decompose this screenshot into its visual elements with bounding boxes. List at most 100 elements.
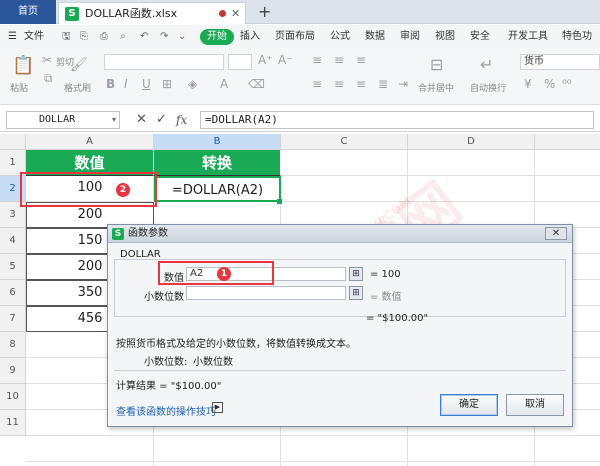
col-header-d[interactable]: D bbox=[408, 134, 535, 150]
more-dropdown-icon[interactable]: ⌄ bbox=[178, 25, 186, 49]
col-header-e[interactable] bbox=[535, 134, 600, 150]
format-painter-icon[interactable]: 🖌 bbox=[70, 57, 88, 73]
calc-result: 计算结果 = "$100.00" bbox=[116, 381, 222, 392]
menu-bar: ☰ 文件 🖫 ⎘ ⎙ ⌕ ↶ ↷ ⌄ 开始 插入 页面布局 公式 数据 审阅 视… bbox=[0, 25, 600, 66]
tab-bar: 首页 S DOLLAR函数.xlsx ✕ + bbox=[0, 0, 600, 24]
param-desc-text: 小数位数 bbox=[193, 357, 233, 368]
align-right-icon[interactable]: ≡ bbox=[356, 77, 366, 91]
row-header[interactable]: 4 bbox=[0, 228, 26, 254]
row-header[interactable]: 6 bbox=[0, 280, 26, 306]
copy-icon[interactable]: ⧉ bbox=[44, 71, 53, 86]
menu-file[interactable]: 文件 bbox=[24, 25, 44, 49]
cell-b1[interactable]: 转换 bbox=[154, 150, 281, 176]
cancel-button[interactable]: 取消 bbox=[506, 394, 564, 416]
justify-icon[interactable]: ≣ bbox=[378, 77, 388, 91]
col-header-c[interactable]: C bbox=[281, 134, 408, 150]
tab-start[interactable]: 开始 bbox=[200, 29, 234, 45]
col-header-a[interactable]: A bbox=[26, 134, 154, 150]
overall-result: = "$100.00" bbox=[366, 313, 429, 324]
undo-icon[interactable]: ↶ bbox=[140, 25, 148, 49]
font-color-icon[interactable]: A bbox=[220, 77, 228, 91]
underline-icon[interactable]: U bbox=[142, 77, 151, 91]
arg1-range-select-icon[interactable]: ⊞ bbox=[349, 267, 363, 281]
row-header[interactable]: 5 bbox=[0, 254, 26, 280]
auto-wrap-icon[interactable]: ↵ bbox=[480, 55, 493, 74]
tab-view[interactable]: 视图 bbox=[435, 25, 455, 49]
print-icon[interactable]: ⎙ bbox=[100, 25, 108, 49]
arg2-label: 小数位数 bbox=[144, 292, 184, 303]
highlight-box-a2 bbox=[20, 172, 157, 207]
row-header[interactable]: 11 bbox=[0, 410, 26, 436]
currency-icon[interactable]: ¥ bbox=[524, 77, 532, 91]
tab-page-layout[interactable]: 页面布局 bbox=[275, 25, 315, 49]
tab-security[interactable]: 安全 bbox=[470, 25, 490, 49]
border-icon[interactable]: ⊞ bbox=[162, 77, 172, 91]
tab-home[interactable]: 首页 bbox=[0, 0, 56, 24]
formula-bar: DOLLAR ▾ ✕ ✓ fx =DOLLAR(A2) bbox=[0, 108, 600, 132]
tab-data[interactable]: 数据 bbox=[365, 25, 385, 49]
arg2-input[interactable] bbox=[186, 286, 346, 300]
function-arguments-dialog: S 函数参数 ✕ DOLLAR 数值 A2 1 ⊞ = 100 小数位数 ⊞ =… bbox=[107, 224, 573, 427]
thousands-icon[interactable]: ⁰⁰ bbox=[562, 77, 572, 91]
align-center-icon[interactable]: ≡ bbox=[334, 77, 344, 91]
dialog-title: 函数参数 bbox=[128, 228, 168, 239]
merge-center-label: 合并居中 bbox=[418, 84, 455, 94]
hamburger-icon[interactable]: ☰ bbox=[8, 25, 17, 49]
help-link[interactable]: 查看该函数的操作技巧 bbox=[116, 403, 216, 418]
select-all-corner[interactable] bbox=[0, 134, 26, 150]
fill-color-icon[interactable]: ◈ bbox=[188, 77, 197, 91]
spreadsheet-icon: S bbox=[65, 7, 79, 21]
font-size-select[interactable] bbox=[228, 54, 252, 70]
dialog-close-button[interactable]: ✕ bbox=[545, 227, 567, 240]
row-header[interactable]: 8 bbox=[0, 332, 26, 358]
align-bottom-icon[interactable]: ≡ bbox=[356, 53, 366, 67]
tab-insert[interactable]: 插入 bbox=[240, 25, 260, 49]
arg2-range-select-icon[interactable]: ⊞ bbox=[349, 286, 363, 300]
indent-icon[interactable]: ⇥ bbox=[398, 77, 408, 91]
name-box[interactable]: DOLLAR bbox=[6, 111, 120, 129]
tab-developer[interactable]: 开发工具 bbox=[508, 25, 548, 49]
tab-review[interactable]: 审阅 bbox=[400, 25, 420, 49]
percent-icon[interactable]: % bbox=[544, 77, 555, 91]
save-icon[interactable]: 🖫 bbox=[62, 25, 71, 49]
tab-document-title: DOLLAR函数.xlsx bbox=[85, 7, 178, 20]
redo-icon[interactable]: ↷ bbox=[160, 25, 168, 49]
ok-button[interactable]: 确定 bbox=[440, 394, 498, 416]
tab-document[interactable]: S DOLLAR函数.xlsx ✕ bbox=[58, 2, 246, 24]
row-header[interactable]: 10 bbox=[0, 384, 26, 410]
dialog-titlebar[interactable]: S 函数参数 ✕ bbox=[108, 225, 572, 243]
grow-font-icon[interactable]: A⁺ bbox=[258, 53, 273, 67]
number-format-select[interactable]: 货币 bbox=[520, 54, 600, 70]
align-middle-icon[interactable]: ≡ bbox=[334, 53, 344, 67]
shrink-font-icon[interactable]: A⁻ bbox=[278, 53, 293, 67]
cell-b2-active[interactable]: =DOLLAR(A2) bbox=[154, 176, 281, 202]
tab-formulas[interactable]: 公式 bbox=[330, 25, 350, 49]
ribbon: 📋 粘贴 ✂ 剪切 ⧉ 🖌 格式刷 A⁺ A⁻ B I U ⊞ ◈ A ⌫ ≡ … bbox=[0, 49, 600, 105]
new-tab-button[interactable]: + bbox=[258, 0, 271, 24]
export-icon[interactable]: ⎘ bbox=[80, 25, 88, 49]
insert-function-icon[interactable]: fx bbox=[176, 111, 187, 129]
row-header[interactable]: 7 bbox=[0, 306, 26, 332]
col-header-b[interactable]: B bbox=[154, 134, 281, 150]
clear-icon[interactable]: ⌫ bbox=[248, 77, 265, 91]
confirm-formula-icon[interactable]: ✓ bbox=[156, 111, 167, 129]
name-box-dropdown-icon[interactable]: ▾ bbox=[112, 111, 116, 129]
align-left-icon[interactable]: ≡ bbox=[312, 77, 322, 91]
italic-icon[interactable]: I bbox=[124, 77, 128, 91]
close-tab-icon[interactable]: ✕ bbox=[231, 3, 240, 24]
align-top-icon[interactable]: ≡ bbox=[312, 53, 322, 67]
formula-input[interactable]: =DOLLAR(A2) bbox=[200, 111, 594, 129]
cut-icon[interactable]: ✂ bbox=[42, 53, 52, 67]
paste-icon[interactable]: 📋 bbox=[12, 55, 34, 76]
font-name-select[interactable] bbox=[104, 54, 224, 70]
arg2-result: = 数值 bbox=[370, 292, 402, 303]
step-badge-2: 2 bbox=[116, 183, 130, 197]
paste-label: 粘贴 bbox=[10, 84, 29, 94]
merge-center-icon[interactable]: ⊟ bbox=[430, 55, 443, 74]
cancel-formula-icon[interactable]: ✕ bbox=[136, 111, 147, 129]
preview-icon[interactable]: ⌕ bbox=[120, 25, 126, 49]
video-tutorial-icon[interactable]: ▶ bbox=[212, 402, 223, 413]
row-header[interactable]: 9 bbox=[0, 358, 26, 384]
fill-handle[interactable] bbox=[277, 199, 282, 204]
bold-icon[interactable]: B bbox=[106, 77, 115, 91]
